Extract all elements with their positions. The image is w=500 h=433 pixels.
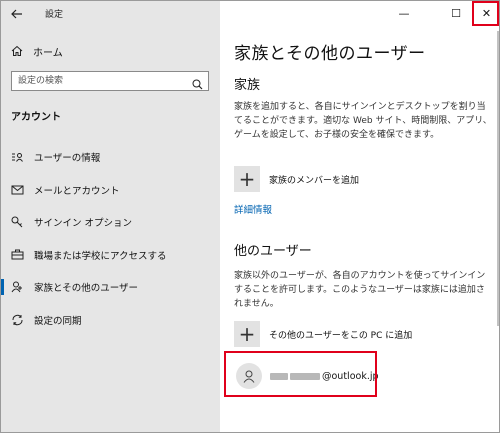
nav-list: ユーザーの情報 メールとアカウント サインイン オプション 職場または学校にアク… — [1, 141, 220, 336]
sidebar-item-mail[interactable]: メールとアカウント — [1, 174, 220, 207]
other-users-description: 家族以外のユーザーが、各自のアカウントを使ってサインインすることを許可します。こ… — [234, 271, 486, 309]
mail-icon — [11, 185, 25, 195]
person-card-icon — [11, 152, 25, 163]
search-icon[interactable] — [192, 75, 203, 94]
arrow-left-icon — [11, 9, 22, 19]
search-box[interactable] — [11, 71, 209, 91]
sidebar-item-label: メールとアカウント — [34, 185, 120, 197]
people-icon — [11, 281, 25, 293]
add-family-member-label: 家族のメンバーを追加 — [269, 175, 360, 186]
nav-home[interactable]: ホーム — [11, 43, 63, 59]
search-input[interactable] — [18, 74, 188, 88]
nav-home-label: ホーム — [33, 47, 63, 59]
titlebar-left: 設定 — [1, 1, 220, 27]
key-icon — [11, 216, 25, 228]
minimize-button[interactable]: — — [390, 1, 418, 25]
plus-icon: + — [234, 166, 260, 192]
sidebar-item-label: サインイン オプション — [34, 218, 133, 230]
home-icon — [11, 45, 25, 57]
more-info-link[interactable]: 詳細情報 — [234, 202, 272, 216]
add-other-user-label: その他のユーザーをこの PC に追加 — [269, 330, 413, 341]
back-button[interactable] — [7, 4, 27, 24]
briefcase-icon — [11, 249, 25, 260]
minimize-icon: — — [398, 6, 410, 20]
close-button-highlight — [472, 1, 499, 26]
family-section-title: 家族 — [234, 78, 261, 93]
sidebar: 設定 ホーム アカウント — [1, 1, 220, 432]
app-title: 設定 — [45, 10, 64, 20]
maximize-button[interactable]: ☐ — [442, 1, 470, 25]
sync-icon — [11, 314, 25, 326]
sidebar-item-sync[interactable]: 設定の同期 — [1, 304, 220, 337]
user-account-highlight — [224, 351, 377, 397]
other-users-section-title: 他のユーザー — [234, 244, 312, 259]
sidebar-item-user-info[interactable]: ユーザーの情報 — [1, 141, 220, 174]
sidebar-item-work-school[interactable]: 職場または学校にアクセスする — [1, 239, 220, 272]
sidebar-item-label: 設定の同期 — [34, 315, 82, 327]
sidebar-item-label: 職場または学校にアクセスする — [34, 250, 167, 262]
main-panel: — ☐ ✕ 家族とその他のユーザー 家族 家族を追加すると、各自にサインインとデ… — [220, 1, 499, 432]
page-title: 家族とその他のユーザー — [234, 44, 426, 64]
family-description: 家族を追加すると、各自にサインインとデスクトップを割り当てることができます。適切… — [234, 102, 492, 140]
settings-window: 設定 ホーム アカウント — [0, 0, 500, 433]
sidebar-item-family[interactable]: 家族とその他のユーザー — [1, 271, 220, 304]
sidebar-item-signin[interactable]: サインイン オプション — [1, 206, 220, 239]
section-title: アカウント — [11, 112, 61, 123]
add-family-member-button[interactable]: + 家族のメンバーを追加 — [234, 166, 359, 192]
sidebar-item-label: ユーザーの情報 — [34, 153, 101, 165]
maximize-icon: ☐ — [451, 6, 461, 20]
plus-icon: + — [234, 321, 260, 347]
sidebar-item-label: 家族とその他のユーザー — [34, 283, 139, 295]
add-other-user-button[interactable]: + その他のユーザーをこの PC に追加 — [234, 321, 412, 347]
